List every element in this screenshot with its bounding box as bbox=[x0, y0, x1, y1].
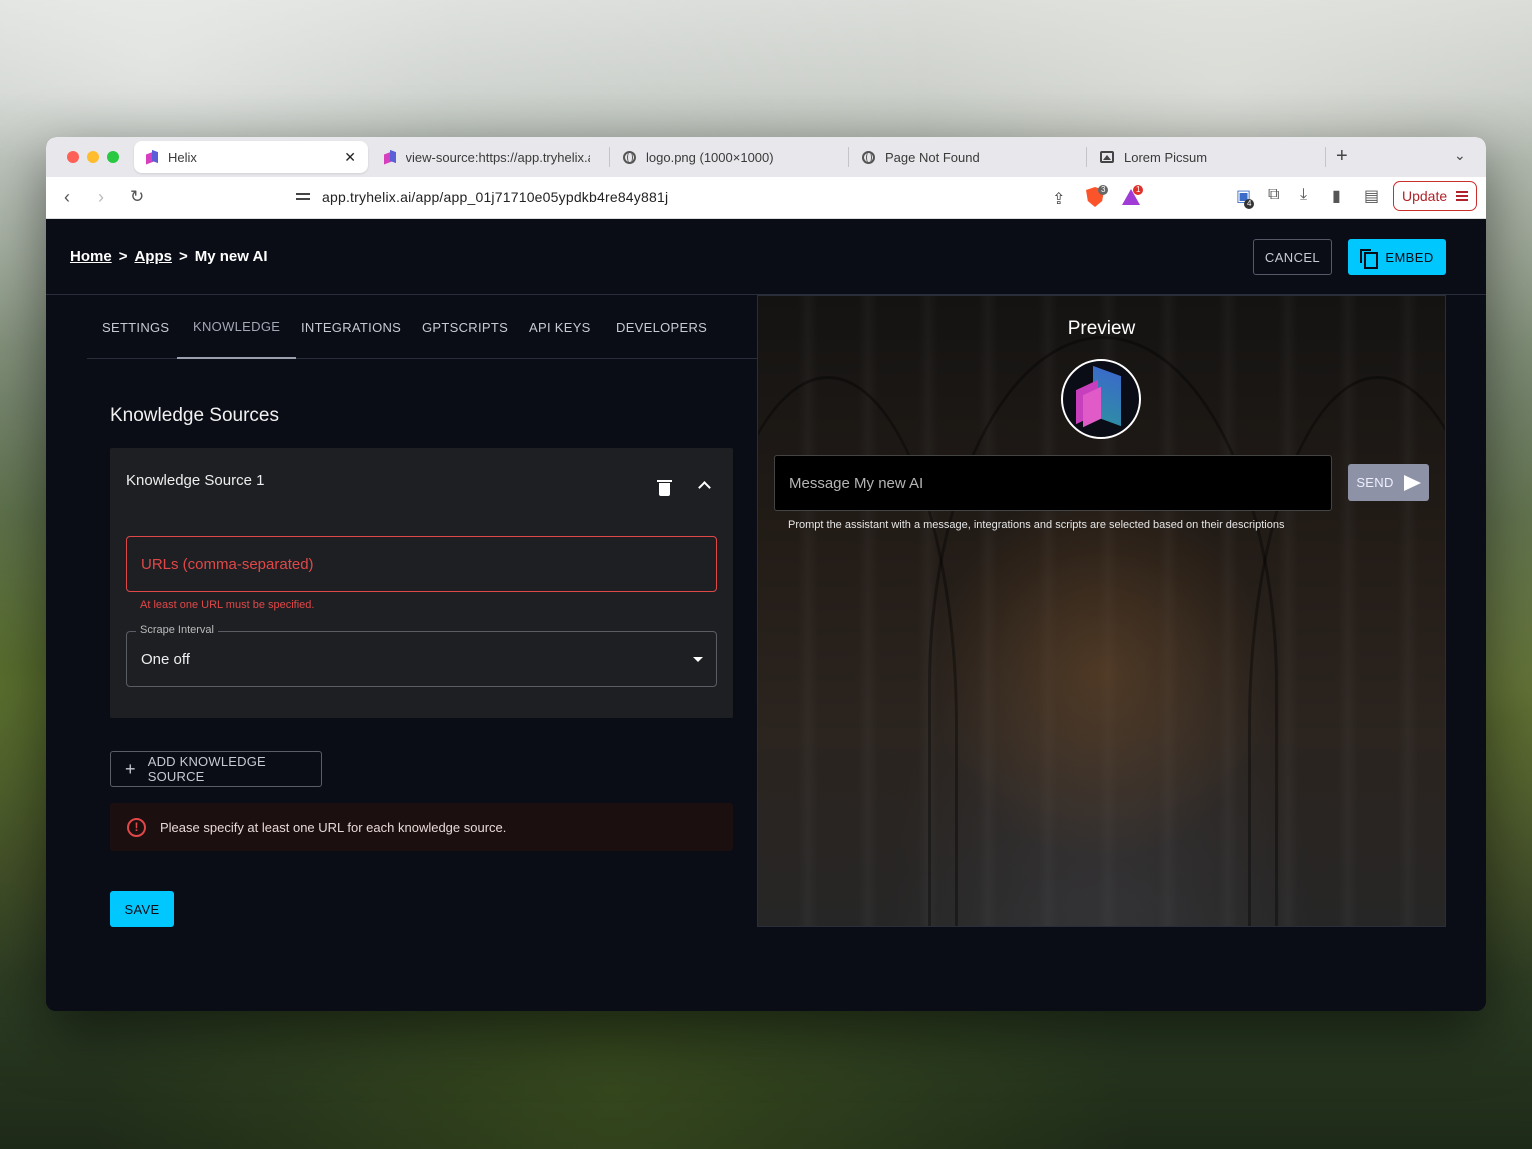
scrape-interval-label: Scrape Interval bbox=[136, 624, 218, 636]
add-knowledge-source-button[interactable]: + ADD KNOWLEDGE SOURCE bbox=[110, 751, 322, 787]
preview-panel: Preview Message My new AI SEND Prompt th… bbox=[757, 295, 1446, 927]
knowledge-source-card: Knowledge Source 1 URLs (comma-separated… bbox=[110, 448, 733, 718]
browser-window: Helix ✕ view-source:https://app.tryhelix… bbox=[46, 137, 1486, 1011]
send-button[interactable]: SEND bbox=[1348, 464, 1429, 501]
browser-tab-helix[interactable]: Helix ✕ bbox=[134, 141, 368, 173]
update-label: Update bbox=[1402, 188, 1448, 204]
app-header: Home > Apps > My new AI CANCEL EMBED bbox=[46, 219, 1486, 295]
urls-input[interactable]: URLs (comma-separated) bbox=[126, 536, 717, 592]
sidebar-toggle-icon[interactable]: ▮ bbox=[1332, 186, 1341, 206]
tab-title: logo.png (1000×1000) bbox=[646, 149, 774, 165]
breadcrumb-separator: > bbox=[178, 248, 188, 265]
tab-strip: Helix ✕ view-source:https://app.tryhelix… bbox=[46, 137, 1486, 177]
rewards-badge: 1 bbox=[1133, 185, 1144, 195]
copy-icon bbox=[1360, 249, 1379, 269]
cancel-button[interactable]: CANCEL bbox=[1253, 239, 1332, 275]
browser-tab-page-not-found[interactable]: Page Not Found bbox=[850, 141, 1080, 173]
downloads-icon[interactable]: ⤓ bbox=[1300, 186, 1307, 204]
embed-label: EMBED bbox=[1385, 249, 1434, 265]
site-settings-icon[interactable] bbox=[296, 190, 310, 202]
delete-icon[interactable] bbox=[657, 480, 672, 496]
close-tab-icon[interactable]: ✕ bbox=[344, 149, 356, 166]
tab-divider bbox=[848, 147, 849, 167]
tab-title: Helix bbox=[168, 149, 197, 165]
knowledge-source-title[interactable]: Knowledge Source 1 bbox=[126, 472, 264, 489]
image-icon bbox=[1100, 151, 1114, 163]
urls-error-text: At least one URL must be specified. bbox=[140, 599, 315, 611]
send-icon bbox=[1403, 474, 1421, 491]
editor-panel: SETTINGS KNOWLEDGE INTEGRATIONS GPTSCRIP… bbox=[46, 295, 757, 1011]
tab-knowledge[interactable]: KNOWLEDGE bbox=[177, 295, 297, 359]
tab-title: Page Not Found bbox=[885, 149, 980, 165]
add-knowledge-source-label: ADD KNOWLEDGE SOURCE bbox=[147, 754, 266, 784]
helix-app: Home > Apps > My new AI CANCEL EMBED SET… bbox=[46, 219, 1486, 1011]
scrape-interval-select[interactable]: One off bbox=[126, 631, 717, 687]
tab-divider bbox=[1325, 147, 1326, 167]
new-tab-button[interactable]: + bbox=[1336, 145, 1348, 168]
tab-gptscripts[interactable]: GPTSCRIPTS bbox=[422, 295, 508, 359]
save-button[interactable]: SAVE bbox=[110, 891, 174, 927]
browser-tab-logo[interactable]: logo.png (1000×1000) bbox=[611, 141, 841, 173]
breadcrumb-home-link[interactable]: Home bbox=[70, 248, 112, 265]
plus-icon: + bbox=[125, 759, 136, 779]
preview-title: Preview bbox=[1067, 318, 1136, 339]
section-title: Knowledge Sources bbox=[110, 405, 279, 426]
globe-icon bbox=[862, 150, 875, 164]
tab-developers[interactable]: DEVELOPERS bbox=[616, 295, 707, 359]
minimize-window-button[interactable] bbox=[87, 151, 99, 163]
wallet-icon[interactable]: ▤ bbox=[1364, 186, 1379, 206]
extensions-puzzle-icon[interactable]: ⧉ bbox=[1268, 186, 1279, 204]
tab-title: Lorem Picsum bbox=[1124, 149, 1208, 165]
address-bar[interactable]: app.tryhelix.ai/app/app_01j71710e05ypdkb… bbox=[286, 181, 1154, 213]
scrape-interval-value: One off bbox=[141, 650, 190, 668]
tab-list-chevron-icon[interactable]: ⌄ bbox=[1454, 147, 1466, 164]
error-alert: ! Please specify at least one URL for ea… bbox=[110, 803, 733, 851]
error-icon: ! bbox=[127, 817, 146, 837]
tab-divider bbox=[1086, 147, 1087, 167]
app-avatar bbox=[1061, 359, 1141, 439]
breadcrumb-current: My new AI bbox=[194, 248, 268, 265]
browser-toolbar: ‹ › ↻ app.tryhelix.ai/app/app_01j71710e0… bbox=[46, 177, 1486, 219]
alert-text: Please specify at least one URL for each… bbox=[160, 819, 507, 835]
browser-tab-lorem-picsum[interactable]: Lorem Picsum bbox=[1088, 141, 1318, 173]
menu-icon bbox=[1456, 189, 1468, 203]
app-tabs: SETTINGS KNOWLEDGE INTEGRATIONS GPTSCRIP… bbox=[87, 295, 757, 359]
zoom-window-button[interactable] bbox=[107, 151, 119, 163]
helix-favicon-icon bbox=[384, 150, 396, 164]
close-window-button[interactable] bbox=[67, 151, 79, 163]
embed-button[interactable]: EMBED bbox=[1348, 239, 1446, 275]
breadcrumb: Home > Apps > My new AI bbox=[70, 248, 268, 265]
message-helper-text: Prompt the assistant with a message, int… bbox=[788, 519, 1285, 531]
tab-api-keys[interactable]: API KEYS bbox=[529, 295, 591, 359]
caret-down-icon bbox=[693, 657, 703, 662]
forward-button[interactable]: › bbox=[98, 187, 104, 208]
back-button[interactable]: ‹ bbox=[64, 187, 70, 208]
tab-divider bbox=[609, 147, 610, 167]
browser-tab-view-source[interactable]: view-source:https://app.tryhelix.ai bbox=[372, 141, 602, 173]
reload-icon[interactable]: ↻ bbox=[130, 187, 144, 207]
tab-integrations[interactable]: INTEGRATIONS bbox=[301, 295, 401, 359]
breadcrumb-apps-link[interactable]: Apps bbox=[134, 248, 172, 265]
tab-title: view-source:https://app.tryhelix.ai bbox=[405, 149, 590, 165]
update-button[interactable]: Update bbox=[1393, 181, 1477, 211]
extension-badge: 4 bbox=[1244, 199, 1255, 209]
send-label: SEND bbox=[1356, 475, 1394, 490]
share-icon[interactable]: ⇪ bbox=[1052, 189, 1065, 209]
helix-favicon-icon bbox=[146, 150, 158, 164]
breadcrumb-separator: > bbox=[118, 248, 128, 265]
url-text[interactable]: app.tryhelix.ai/app/app_01j71710e05ypdkb… bbox=[322, 189, 668, 205]
tab-settings[interactable]: SETTINGS bbox=[102, 295, 169, 359]
message-input[interactable]: Message My new AI bbox=[774, 455, 1332, 511]
globe-icon bbox=[623, 150, 636, 164]
shields-badge: 3 bbox=[1098, 185, 1109, 195]
chevron-up-icon[interactable] bbox=[698, 481, 711, 494]
